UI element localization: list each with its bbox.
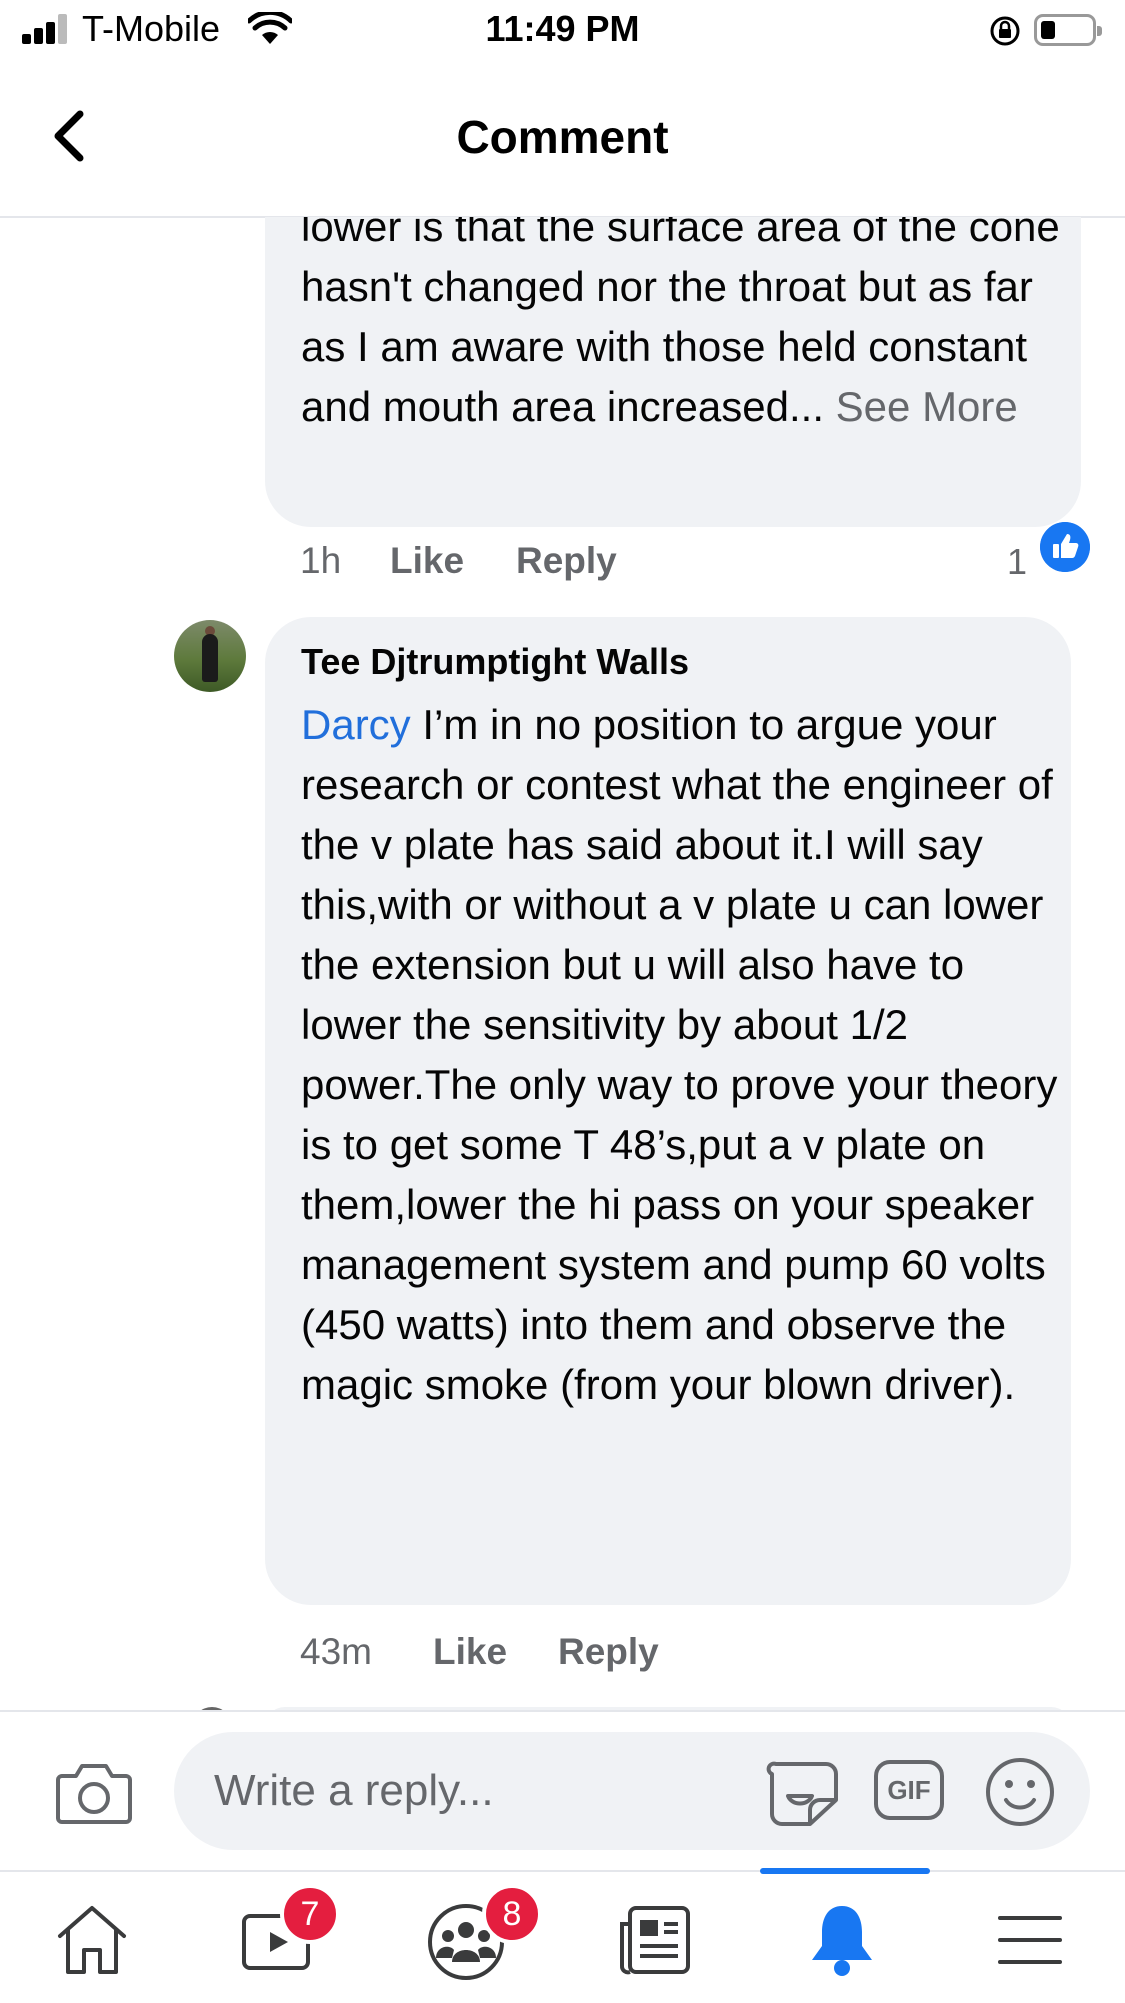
- clock: 11:49 PM: [485, 8, 640, 49]
- emoji-icon[interactable]: [984, 1756, 1056, 1828]
- reply-input[interactable]: [212, 1758, 716, 1824]
- tab-notifications[interactable]: [802, 1900, 892, 1980]
- battery-icon: [1034, 14, 1102, 46]
- tab-watch[interactable]: 7: [238, 1884, 340, 1980]
- comment-author[interactable]: Tee Djtrumptight Walls: [301, 641, 689, 683]
- bottom-tab-bar: 7 8: [0, 1868, 1125, 2003]
- tab-home[interactable]: [52, 1900, 142, 1980]
- comment-bubble: Tee Djtrumptight Walls Darcy I’m in no p…: [265, 617, 1071, 1605]
- comment-thread[interactable]: lower is that the surface area of the co…: [0, 217, 1125, 1710]
- comment-text: lower is that the surface area of the co…: [301, 217, 1060, 430]
- reply-button[interactable]: Reply: [516, 540, 617, 582]
- active-tab-indicator: [760, 1868, 930, 1874]
- mention-link[interactable]: Darcy: [301, 701, 411, 748]
- status-bar: T-Mobile 11:49 PM: [0, 0, 1125, 60]
- comment-bubble: lower is that the surface area of the co…: [265, 217, 1081, 527]
- notification-badge: 8: [482, 1884, 542, 1944]
- menu-icon: [998, 1916, 1062, 1964]
- tab-menu[interactable]: [990, 1900, 1080, 1980]
- like-button[interactable]: Like: [390, 540, 464, 582]
- camera-icon[interactable]: [56, 1760, 132, 1824]
- avatar[interactable]: [174, 620, 246, 692]
- sticker-icon[interactable]: [764, 1756, 842, 1828]
- like-button[interactable]: Like: [433, 1631, 507, 1673]
- bell-icon: [812, 1906, 872, 1976]
- comment-text: Darcy I’m in no position to argue your r…: [301, 701, 1058, 1408]
- rotation-lock-icon: [990, 16, 1020, 46]
- like-reaction-icon[interactable]: [1040, 522, 1090, 572]
- gif-icon[interactable]: GIF: [874, 1760, 948, 1824]
- tab-groups[interactable]: 8: [424, 1884, 542, 1980]
- news-icon: [620, 1906, 690, 1975]
- reply-field-container[interactable]: GIF: [174, 1732, 1090, 1850]
- notification-badge: 7: [280, 1884, 340, 1944]
- see-more-link[interactable]: See More: [836, 383, 1018, 430]
- reply-composer: GIF: [0, 1710, 1125, 1872]
- page-title: Comment: [456, 111, 669, 163]
- comment-timestamp: 1h: [300, 540, 342, 581]
- home-icon: [58, 1906, 126, 1974]
- tab-news[interactable]: [616, 1900, 706, 1980]
- top-navigation: Comment: [0, 60, 1125, 218]
- reaction-count[interactable]: 1: [1007, 541, 1027, 583]
- comment-timestamp: 43m: [300, 1631, 372, 1672]
- reply-button[interactable]: Reply: [558, 1631, 659, 1673]
